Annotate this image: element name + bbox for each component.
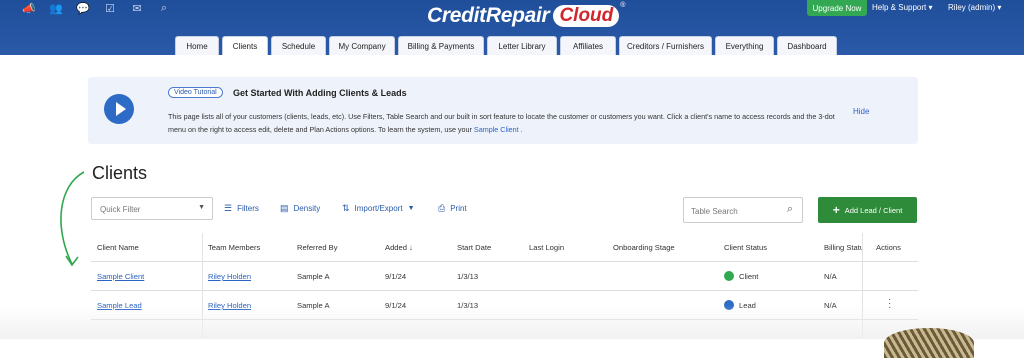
upgrade-button[interactable]: Upgrade Now xyxy=(807,0,867,16)
help-support-menu[interactable]: Help & Support ▾ xyxy=(872,3,933,12)
add-lead-client-button[interactable]: + Add Lead / Client xyxy=(818,197,917,223)
tutorial-banner: Video Tutorial Get Started With Adding C… xyxy=(88,77,918,144)
tab-letter-library[interactable]: Letter Library xyxy=(487,36,557,55)
col-added[interactable]: Added ↓ xyxy=(385,243,413,252)
tab-affiliates[interactable]: Affiliates xyxy=(560,36,616,55)
tab-billing-payments[interactable]: Billing & Payments xyxy=(398,36,484,55)
col-team-members[interactable]: Team Members xyxy=(208,243,260,252)
print-button[interactable]: ⎙ Print xyxy=(438,203,467,214)
col-billing-status[interactable]: Billing Statu xyxy=(824,243,862,252)
table-search-input[interactable]: Table Search ⌕ xyxy=(683,197,803,223)
logo-text: CreditRepair xyxy=(427,4,550,27)
banner-description: This page lists all of your customers (c… xyxy=(168,110,848,136)
density-icon: ▤ xyxy=(280,203,289,213)
table-header-row: Client Name Team Members Referred By Add… xyxy=(91,233,918,262)
team-member-link[interactable]: Riley Holden xyxy=(208,272,251,281)
hide-banner-link[interactable]: Hide xyxy=(853,107,869,116)
import-export-button[interactable]: ⇅ Import/Export ▼ xyxy=(342,203,415,214)
tab-home[interactable]: Home xyxy=(175,36,219,55)
sample-client-link[interactable]: Sample Client xyxy=(474,125,519,134)
client-status-cell: Client xyxy=(724,271,759,281)
add-button-label: Add Lead / Client xyxy=(844,205,903,215)
plus-icon: + xyxy=(832,203,840,217)
chevron-down-icon: ▼ xyxy=(407,205,415,212)
quick-filter-select[interactable]: Quick Filter ▼ xyxy=(91,197,213,220)
col-referred-by[interactable]: Referred By xyxy=(297,243,338,252)
col-actions: Actions xyxy=(876,243,901,252)
referred-by-cell: Sample A xyxy=(297,272,330,281)
start-date-cell: 1/3/13 xyxy=(457,272,479,281)
import-export-icon: ⇅ xyxy=(342,203,350,213)
logo-registered-mark: ® xyxy=(620,2,626,9)
logo-cloud-badge: Cloud xyxy=(553,5,620,27)
people-icon[interactable]: 👥 xyxy=(49,2,63,15)
quick-filter-placeholder: Quick Filter xyxy=(100,205,141,214)
print-icon: ⎙ xyxy=(438,203,446,213)
table-row[interactable]: Sample Client Riley Holden Sample A 9/1/… xyxy=(91,262,918,291)
chevron-down-icon: ▼ xyxy=(198,204,205,211)
main-nav: Home Clients Schedule My Company Billing… xyxy=(175,36,837,55)
video-tutorial-tag: Video Tutorial xyxy=(168,87,223,98)
filters-button[interactable]: ☰ Filters xyxy=(224,203,259,214)
col-start-date[interactable]: Start Date xyxy=(457,243,491,252)
banner-text-end: . xyxy=(520,125,523,134)
decorative-basket-image xyxy=(884,328,974,358)
import-export-label: Import/Export xyxy=(354,204,403,213)
tab-everything[interactable]: Everything xyxy=(715,36,774,55)
tutorial-arrow xyxy=(60,171,85,267)
print-label: Print xyxy=(450,204,467,213)
density-label: Density xyxy=(293,204,321,213)
tab-clients[interactable]: Clients xyxy=(222,36,268,55)
bottom-fade-overlay xyxy=(0,305,1024,339)
mail-icon[interactable]: ✉ xyxy=(130,2,144,15)
billing-status-cell: N/A xyxy=(824,272,837,281)
app-logo[interactable]: CreditRepair Cloud ® xyxy=(427,2,625,30)
banner-title: Get Started With Adding Clients & Leads xyxy=(233,88,407,98)
tab-dashboard[interactable]: Dashboard xyxy=(777,36,837,55)
check-icon[interactable]: ☑ xyxy=(103,2,117,15)
tab-creditors-furnishers[interactable]: Creditors / Furnishers xyxy=(619,36,712,55)
app-header: 📣 👥 💬 ☑ ✉ ⌕ CreditRepair Cloud ® Upgrade… xyxy=(0,0,1024,55)
status-dot-icon xyxy=(724,271,734,281)
page-title: Clients xyxy=(92,163,148,183)
filters-label: Filters xyxy=(237,204,259,213)
search-icon[interactable]: ⌕ xyxy=(157,2,171,15)
status-label: Client xyxy=(739,272,759,281)
chat-icon[interactable]: 💬 xyxy=(76,2,90,15)
density-button[interactable]: ▤ Density xyxy=(280,203,320,214)
col-last-login[interactable]: Last Login xyxy=(529,243,564,252)
col-onboarding-stage[interactable]: Onboarding Stage xyxy=(613,243,675,252)
added-cell: 9/1/24 xyxy=(385,272,407,281)
play-video-icon[interactable] xyxy=(104,94,134,124)
megaphone-icon[interactable]: 📣 xyxy=(22,2,36,15)
top-icon-bar: 📣 👥 💬 ☑ ✉ ⌕ xyxy=(22,2,171,15)
table-search-placeholder: Table Search xyxy=(691,207,738,216)
col-client-status[interactable]: Client Status xyxy=(724,243,767,252)
tab-my-company[interactable]: My Company xyxy=(329,36,395,55)
col-client-name[interactable]: Client Name xyxy=(97,243,139,252)
user-menu[interactable]: Riley (admin) ▾ xyxy=(948,3,1001,12)
search-icon: ⌕ xyxy=(786,203,793,215)
filter-icon: ☰ xyxy=(224,203,233,213)
tab-schedule[interactable]: Schedule xyxy=(271,36,326,55)
client-name-link[interactable]: Sample Client xyxy=(97,272,144,281)
